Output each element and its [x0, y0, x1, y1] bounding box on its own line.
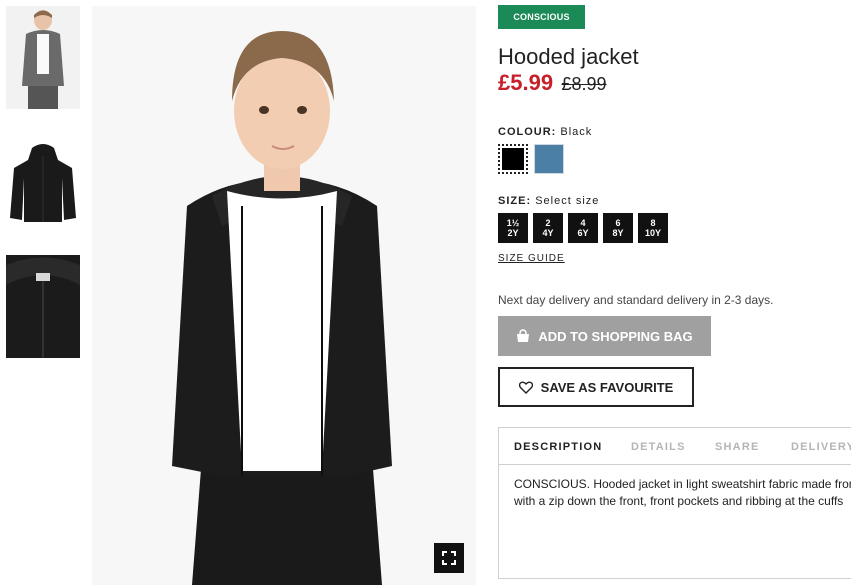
save-favourite-button[interactable]: SAVE AS FAVOURITE: [498, 367, 694, 407]
add-to-bag-button[interactable]: ADD TO SHOPPING BAG: [498, 316, 711, 356]
size-option-5[interactable]: 8 10Y: [638, 213, 668, 243]
expand-icon: [442, 551, 456, 565]
size-value: Select size: [535, 195, 600, 207]
jacket-closeup-photo: [6, 255, 80, 358]
size-options: 1½ 2Y 2 4Y 4 6Y 6 8Y 8 10Y: [498, 213, 668, 243]
product-page: CONSCIOUS Hooded jacket £5.99 £8.99 COLO…: [0, 0, 851, 585]
description-text: CONSCIOUS. Hooded jacket in light sweats…: [514, 476, 851, 510]
size-heading: SIZE:: [498, 195, 532, 207]
conscious-badge: CONSCIOUS: [498, 5, 585, 29]
shopping-bag-icon: [517, 329, 530, 342]
size-bottom: 2Y: [507, 228, 519, 238]
add-to-bag-label: ADD TO SHOPPING BAG: [538, 328, 693, 344]
size-top: 2: [545, 218, 551, 228]
thumbnail-2[interactable]: [6, 142, 80, 228]
thumbnail-3[interactable]: [6, 255, 80, 358]
size-option-1[interactable]: 1½ 2Y: [498, 213, 528, 243]
swatch-blue[interactable]: [534, 144, 564, 174]
tab-delivery[interactable]: DELIVERY: [791, 441, 851, 453]
description-line: CONSCIOUS. Hooded jacket in light sweats…: [514, 477, 851, 491]
swatch-black[interactable]: [498, 144, 528, 174]
size-option-4[interactable]: 6 8Y: [603, 213, 633, 243]
colour-swatches: [498, 144, 564, 174]
size-option-3[interactable]: 4 6Y: [568, 213, 598, 243]
black-hooded-jacket-photo: [6, 142, 80, 228]
tab-details[interactable]: DETAILS: [631, 441, 686, 453]
main-product-image[interactable]: [92, 6, 476, 585]
fullscreen-button[interactable]: [434, 543, 464, 573]
info-tabs: DESCRIPTION DETAILS SHARE DELIVERY: [499, 428, 851, 465]
save-favourite-label: SAVE AS FAVOURITE: [540, 379, 674, 395]
size-top: 6: [615, 218, 621, 228]
colour-heading: COLOUR:: [498, 126, 557, 138]
size-bottom: 6Y: [577, 228, 589, 238]
colour-value: Black: [560, 126, 593, 138]
thumbnail-1[interactable]: [6, 6, 80, 109]
delivery-note: Next day delivery and standard delivery …: [498, 293, 774, 307]
size-option-2[interactable]: 2 4Y: [533, 213, 563, 243]
info-panel: DESCRIPTION DETAILS SHARE DELIVERY CONSC…: [498, 427, 851, 579]
child-in-grey-hoodie-photo: [6, 6, 80, 109]
size-label: SIZE: Select size: [498, 195, 599, 207]
size-top: 4: [580, 218, 586, 228]
description-line: with a zip down the front, front pockets…: [514, 494, 844, 508]
colour-label: COLOUR: Black: [498, 126, 592, 138]
sale-price: £5.99: [498, 70, 554, 95]
child-wearing-black-hooded-jacket-photo: [92, 6, 476, 585]
size-top: 8: [650, 218, 656, 228]
size-bottom: 4Y: [542, 228, 554, 238]
heart-icon: [518, 381, 533, 394]
size-top: 1½: [506, 218, 520, 228]
size-guide-link[interactable]: SIZE GUIDE: [498, 253, 565, 264]
original-price: £8.99: [561, 74, 607, 94]
tab-description[interactable]: DESCRIPTION: [514, 441, 602, 453]
product-title: Hooded jacket: [498, 44, 639, 69]
price-row: £5.99 £8.99: [498, 70, 607, 96]
size-bottom: 10Y: [644, 228, 661, 238]
tab-share[interactable]: SHARE: [715, 441, 760, 453]
size-bottom: 8Y: [612, 228, 624, 238]
